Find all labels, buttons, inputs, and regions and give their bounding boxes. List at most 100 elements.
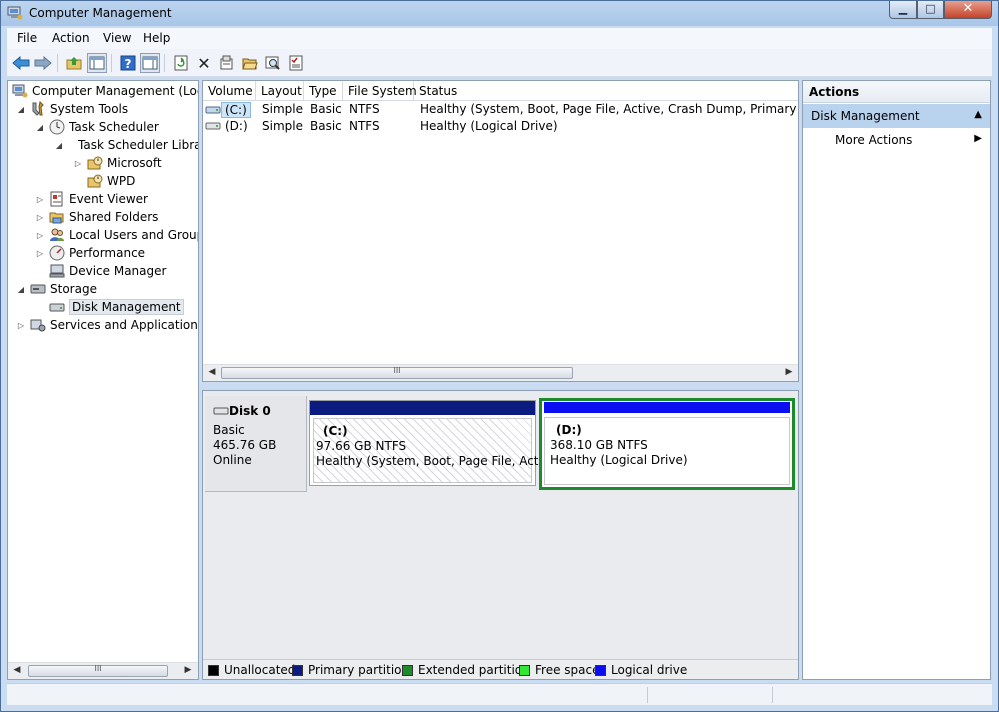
scrollbar-thumb[interactable]: III [28,664,168,677]
delete-button[interactable]: ✕ [194,53,214,73]
table-row[interactable]: (D:) Simple Basic NTFS Healthy (Logical … [203,118,798,135]
tree-item-label: Event Viewer [69,192,148,206]
menu-help[interactable]: Help [143,31,170,45]
title-bar[interactable]: Computer Management ▁ □ ✕ [1,1,998,26]
disk-state: Online [213,453,252,467]
tree-item-shared-folders[interactable]: ▷ Shared Folders [35,208,158,226]
column-header-status[interactable]: Status [414,81,798,101]
up-level-button[interactable] [64,53,84,73]
collapsed-arrow-icon[interactable]: ▷ [35,231,45,240]
find-button[interactable] [263,53,283,73]
expanded-arrow-icon[interactable]: ◢ [54,141,64,150]
tree-item-task-scheduler-library[interactable]: ◢ Task Scheduler Libra [54,136,198,154]
back-arrow-icon [12,56,30,70]
tree-item-system-tools[interactable]: ◢ System Tools [16,100,128,118]
console-tree-icon [89,56,105,70]
expanded-arrow-icon[interactable]: ◢ [16,105,26,114]
toolbar-separator [57,54,58,72]
scroll-right-icon[interactable]: ▶ [782,367,796,377]
tree-item-performance[interactable]: ▷ Performance [35,244,145,262]
column-header-layout[interactable]: Layout [256,81,304,101]
menu-action[interactable]: Action [52,31,90,45]
maximize-icon: □ [925,2,936,15]
layout-cell: Simple [262,119,303,133]
tree-item-event-viewer[interactable]: ▷ Event Viewer [35,190,148,208]
properties-icon [220,55,233,70]
column-header-file-system[interactable]: File System [343,81,417,101]
collapsed-arrow-icon[interactable]: ▷ [73,159,83,168]
menu-file[interactable]: File [17,31,37,45]
tree-item-disk-management[interactable]: Disk Management [49,298,184,316]
storage-icon [30,284,46,294]
tree-item-local-users-groups[interactable]: ▷ Local Users and Groups [35,226,198,244]
menu-view[interactable]: View [103,31,131,45]
more-options-button[interactable] [286,53,306,73]
legend-label: Unallocated [224,663,296,677]
collapsed-arrow-icon[interactable]: ▷ [35,195,45,204]
tree-horizontal-scrollbar[interactable]: ◀ III ▶ [8,662,198,679]
disk-icon [213,407,229,415]
actions-group-disk-management[interactable]: Disk Management ▲ [803,104,990,128]
system-tools-icon [32,101,44,116]
legend-swatch [519,664,530,676]
tree-item-computer-management[interactable]: Computer Management (Local [12,82,199,100]
partition-c[interactable]: (C:) 97.66 GB NTFS Healthy (System, Boot… [309,400,560,486]
legend-swatch [595,664,606,676]
maximize-button[interactable]: □ [917,1,944,19]
volume-horizontal-scrollbar[interactable]: ◀ III ▶ [203,364,798,381]
logical-drive-bar [542,401,792,415]
event-viewer-icon [50,191,63,207]
services-icon [30,319,46,332]
tree-item-microsoft[interactable]: ▷ Microsoft [73,154,162,172]
expanded-arrow-icon[interactable]: ◢ [16,285,26,294]
window-title: Computer Management [29,6,172,20]
scroll-left-icon[interactable]: ◀ [10,665,24,675]
tree-item-storage[interactable]: ◢ Storage [16,280,97,298]
collapsed-arrow-icon[interactable]: ▷ [16,321,26,330]
properties-button[interactable] [217,53,237,73]
help-button[interactable]: ? [118,53,138,73]
tree-item-label: Task Scheduler [69,120,159,134]
scroll-left-icon[interactable]: ◀ [205,367,219,377]
column-header-volume[interactable]: Volume [203,81,256,101]
partition-status: Healthy (System, Boot, Page File, Active… [316,454,561,468]
drive-icon [205,106,221,114]
partition-label: (D:) [556,423,582,437]
toolbar-separator [111,54,112,72]
disk-info-panel[interactable]: Disk 0 Basic 465.76 GB Online [205,396,307,492]
close-icon: ✕ [962,1,974,16]
more-actions-item[interactable]: More Actions [835,133,912,147]
file-system-cell: NTFS [349,102,380,116]
back-button[interactable] [11,53,31,73]
scroll-right-icon[interactable]: ▶ [181,665,195,675]
actions-group-label: Disk Management [811,109,920,123]
minimize-button[interactable]: ▁ [889,1,917,19]
partition-d[interactable]: (D:) 368.10 GB NTFS Healthy (Logical Dri… [539,398,795,490]
table-row[interactable]: (C:) Simple Basic NTFS Healthy (System, … [203,101,798,118]
partition-size: 97.66 GB NTFS [316,439,407,453]
folder-clock-icon [87,156,103,170]
folder-open-icon [242,58,258,70]
status-bar [7,683,992,705]
close-button[interactable]: ✕ [944,1,992,19]
expanded-arrow-icon[interactable]: ◢ [35,123,45,132]
scrollbar-thumb[interactable]: III [221,366,573,379]
refresh-button[interactable] [171,53,191,73]
legend-label: Primary partition [308,663,410,677]
tree-item-label: Computer Management (Local [32,84,199,98]
show-hide-console-tree-button[interactable] [87,53,107,73]
forward-button[interactable] [33,53,53,73]
legend-item-primary: Primary partition [292,663,409,677]
tree-item-label: Device Manager [69,264,167,278]
tree-item-task-scheduler[interactable]: ◢ Task Scheduler [35,118,159,136]
open-button[interactable] [240,53,260,73]
collapsed-arrow-icon[interactable]: ▷ [35,213,45,222]
show-hide-action-pane-button[interactable] [140,53,160,73]
tree-item-services-applications[interactable]: ▷ Services and Applications [16,316,198,334]
tree-item-wpd[interactable]: WPD [87,172,135,190]
collapsed-arrow-icon[interactable]: ▷ [35,249,45,258]
tree-item-device-manager[interactable]: Device Manager [49,262,166,280]
disk-size: 465.76 GB [213,438,277,452]
collapse-arrow-icon[interactable]: ▲ [974,109,982,120]
column-header-type[interactable]: Type [304,81,343,101]
